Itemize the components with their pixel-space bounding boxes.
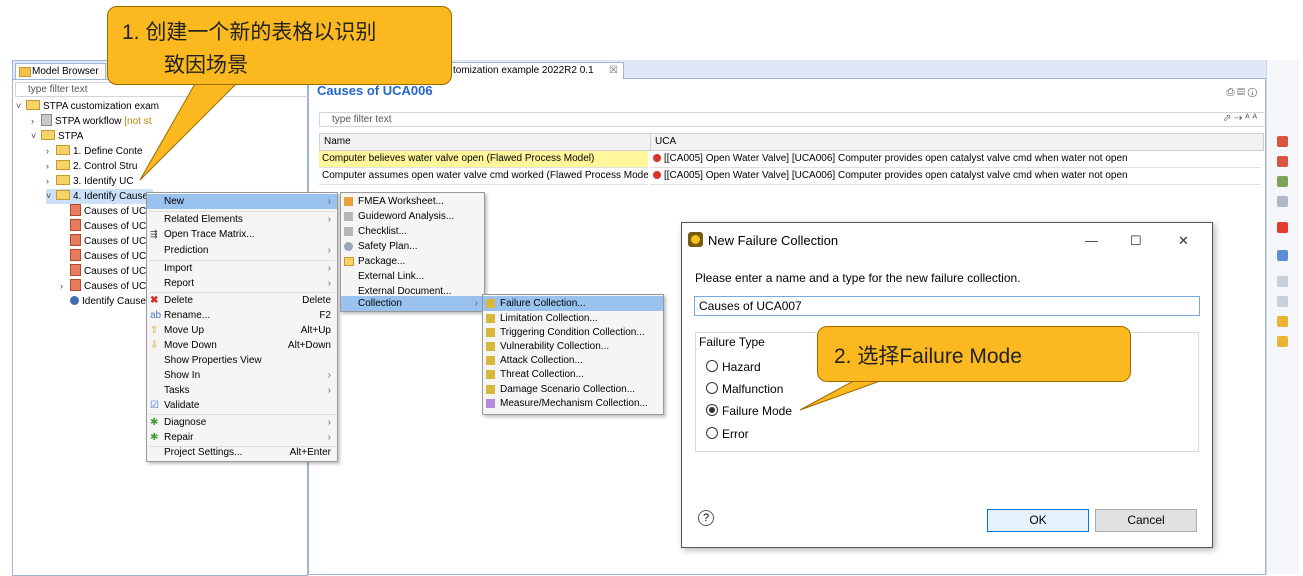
callout-1-pointer xyxy=(139,74,247,181)
callout-step-1: 1. 创建一个新的表格以识别 致因场景 xyxy=(107,6,452,85)
callout-step-2: 2. 选择Failure Mode xyxy=(817,326,1131,382)
callout-pointers xyxy=(139,74,906,411)
